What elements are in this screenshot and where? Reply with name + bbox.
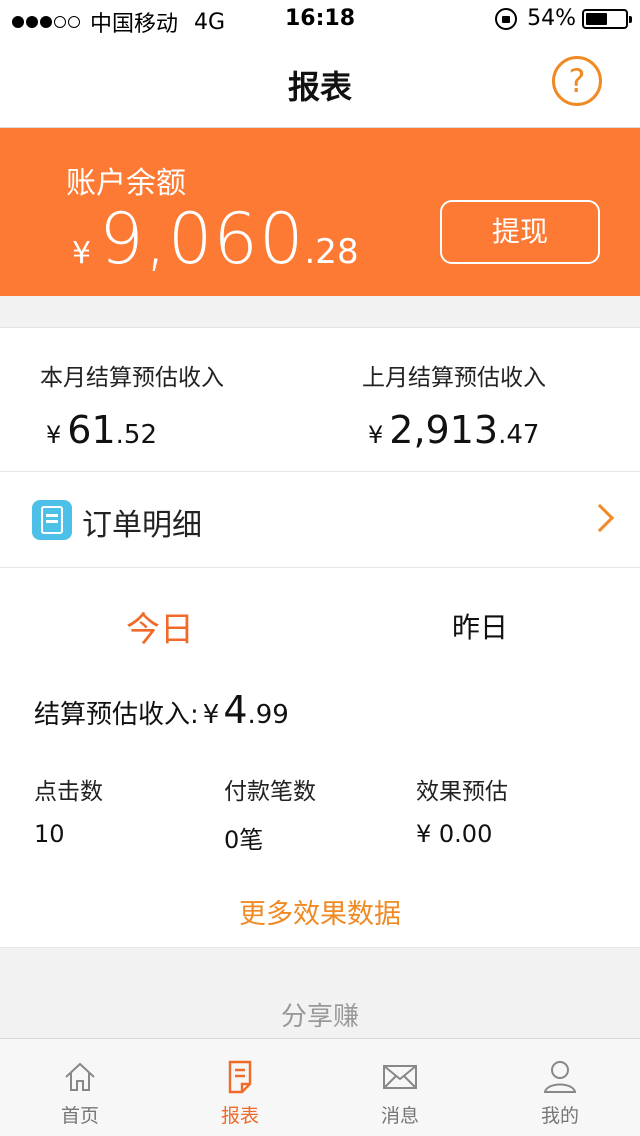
page-title: 报表 [287,68,352,106]
current-month-title: 本月结算预估收入 [40,365,224,391]
balance-decimal: .28 [304,232,359,272]
mail-icon [383,1065,417,1089]
settle-decimal: .99 [247,700,289,730]
chevron-right-icon [585,503,615,533]
metric-title: 点击数 [34,779,103,805]
previous-month-estimate: 上月结算预估收入 ¥ 2,913 .47 [362,358,546,452]
withdraw-button[interactable]: 提现 [440,200,600,264]
metric-value: 10 [34,820,65,848]
balance-currency: ¥ [72,236,92,271]
home-icon [65,1062,95,1091]
value-decimal: .52 [115,420,157,450]
report-icon [228,1060,252,1094]
metric-title: 效果预估 [416,779,508,805]
tab-yesterday[interactable]: 昨日 [380,606,580,646]
metric-effect-estimate: 效果预估 ¥ 0.00 [416,772,508,848]
order-detail-row[interactable]: 订单明细 [0,472,640,568]
bottom-tab-bar: 首页 报表 消息 我的 [0,1038,640,1136]
tab-messages[interactable]: 消息 [320,1057,480,1128]
settle-integer: 4 [223,688,248,732]
order-detail-label: 订单明细 [82,508,202,543]
value-decimal: .47 [498,420,540,450]
tab-home[interactable]: 首页 [0,1057,160,1128]
metric-value: 0笔 [224,826,264,854]
tab-label: 报表 [220,1105,259,1127]
share-area: 分享赚 [0,948,640,1038]
status-bar: 中国移动 4G 16:18 54% [0,0,640,40]
question-circle-icon[interactable]: ? [552,56,602,106]
tab-label: 我的 [540,1105,579,1127]
current-month-estimate: 本月结算预估收入 ¥ 61 .52 [40,358,224,452]
metric-value: ¥ 0.00 [416,820,493,848]
value-integer: 2,913 [389,408,499,452]
tab-label: 消息 [380,1105,419,1127]
previous-month-title: 上月结算预估收入 [362,365,546,391]
battery-icon [582,8,632,29]
balance-amount: ¥ 9,060 .28 [72,198,359,280]
section-divider [0,296,640,328]
more-data-link[interactable]: 更多效果数据 [0,892,640,931]
current-month-value: ¥ 61 .52 [46,408,224,452]
tab-today[interactable]: 今日 [60,602,260,651]
stats-panel: 今日 昨日 结算预估收入: ¥ 4 .99 点击数 10 付款笔数 0笔 效果预… [0,568,640,948]
currency-symbol: ¥ [46,421,62,449]
currency-symbol: ¥ [368,421,384,449]
metric-payments: 付款笔数 0笔 [224,772,316,855]
metric-title: 付款笔数 [224,779,316,805]
tab-label: 首页 [60,1105,99,1127]
document-icon [32,500,72,540]
settle-estimate: 结算预估收入: ¥ 4 .99 [34,688,289,732]
monthly-estimates: 本月结算预估收入 ¥ 61 .52 上月结算预估收入 ¥ 2,913 .47 [0,328,640,472]
status-right: 54% [495,6,632,31]
balance-integer: 9,060 [99,198,305,280]
balance-label: 账户余额 [66,166,186,201]
tab-profile[interactable]: 我的 [480,1057,640,1128]
value-integer: 61 [67,408,116,452]
metric-clicks: 点击数 10 [34,772,103,848]
rotation-lock-icon [495,7,518,30]
nav-bar: 报表 ? [0,40,640,128]
share-earn-button[interactable]: 分享赚 [0,996,640,1033]
settle-label: 结算预估收入: [34,700,199,730]
battery-percent: 54% [527,6,576,31]
currency-symbol: ¥ [202,700,220,730]
account-balance-card: 账户余额 ¥ 9,060 .28 提现 [0,128,640,296]
previous-month-value: ¥ 2,913 .47 [368,408,546,452]
tab-report[interactable]: 报表 [160,1057,320,1128]
user-icon [543,1061,577,1093]
